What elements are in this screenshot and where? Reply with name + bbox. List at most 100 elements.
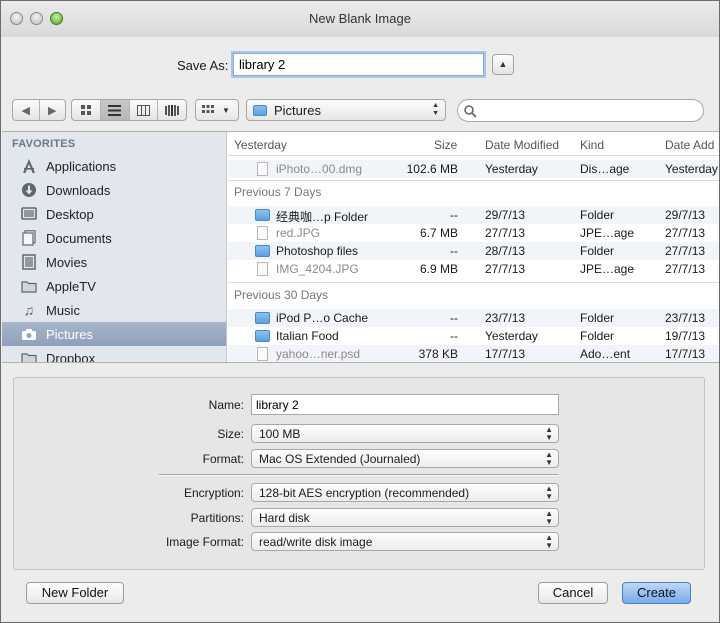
- icon-view-button[interactable]: [72, 100, 101, 120]
- file-date-modified: Yesterday: [485, 162, 538, 176]
- encryption-select[interactable]: 128-bit AES encryption (recommended) ▲ ▼: [251, 483, 559, 502]
- file-row[interactable]: iPhoto…00.dmg 102.6 MB Yesterday Dis…age…: [228, 160, 719, 178]
- sidebar-item-label: Pictures: [46, 326, 93, 342]
- file-row[interactable]: Photoshop files -- 28/7/13 Folder 27/7/1…: [228, 242, 719, 260]
- collapse-dialog-button[interactable]: ▲: [492, 54, 514, 75]
- file-row[interactable]: red.JPG 6.7 MB 27/7/13 JPE…age 27/7/13: [228, 224, 719, 242]
- format-value: Mac OS Extended (Journaled): [259, 452, 421, 466]
- sidebar-item-applications[interactable]: Applications: [2, 154, 226, 178]
- group-divider: [228, 180, 719, 181]
- file-size: 378 KB: [418, 347, 458, 361]
- sidebar-item-label: Documents: [46, 230, 112, 246]
- search-field[interactable]: [457, 99, 704, 122]
- format-select[interactable]: Mac OS Extended (Journaled) ▲ ▼: [251, 449, 559, 468]
- sidebar-item-label: Music: [46, 302, 80, 318]
- image-options-panel: Name: Size: 100 MB ▲▼ Format: Mac OS Ext…: [13, 377, 705, 570]
- file-browser: FAVORITES Applications Downloads Desktop: [2, 131, 719, 363]
- back-arrow-icon: ◀: [21, 104, 30, 117]
- sidebar-item-music[interactable]: ♫ Music: [2, 298, 226, 322]
- file-icon: [257, 347, 268, 361]
- location-popup[interactable]: Pictures ▲ ▼: [246, 99, 446, 121]
- file-date-added: 19/7/13: [665, 329, 706, 343]
- list-view-icon: [108, 104, 122, 116]
- file-icon: [257, 162, 268, 176]
- file-date-added: 29/7/13: [665, 208, 706, 222]
- file-date-modified: Yesterday: [485, 329, 538, 343]
- column-header-date-added[interactable]: Date Add: [665, 138, 714, 152]
- encryption-value: 128-bit AES encryption (recommended): [259, 486, 470, 500]
- sidebar-item-pictures[interactable]: Pictures: [2, 322, 226, 346]
- file-size: 102.6 MB: [406, 162, 458, 176]
- file-kind: Folder: [580, 311, 615, 325]
- file-kind: Folder: [580, 244, 615, 258]
- file-row[interactable]: IMG_4204.JPG 6.9 MB 27/7/13 JPE…age 27/7…: [228, 260, 719, 278]
- search-icon: [464, 105, 477, 118]
- forward-button[interactable]: ▶: [40, 100, 66, 120]
- create-button[interactable]: Create: [622, 582, 691, 604]
- arrange-grid-icon: [202, 105, 214, 113]
- sidebar-item-label: Downloads: [46, 182, 111, 198]
- file-row[interactable]: iPod P…o Cache -- 23/7/13 Folder 23/7/13: [228, 309, 719, 327]
- column-view-button[interactable]: [130, 100, 159, 120]
- file-size: --: [450, 208, 458, 222]
- file-row[interactable]: Italian Food -- Yesterday Folder 19/7/13: [228, 327, 719, 345]
- sidebar-item-documents[interactable]: Documents: [2, 226, 226, 250]
- file-date-modified: 23/7/13: [485, 311, 526, 325]
- partitions-select[interactable]: Hard disk ▲ ▼: [251, 508, 559, 527]
- name-field[interactable]: [251, 394, 559, 415]
- name-label: Name:: [208, 398, 244, 412]
- sidebar-item-appletv[interactable]: AppleTV: [2, 274, 226, 298]
- window-title: New Blank Image: [309, 11, 411, 26]
- size-select[interactable]: 100 MB ▲ ▼: [251, 424, 559, 443]
- sidebar-item-desktop[interactable]: Desktop: [2, 202, 226, 226]
- list-view-button[interactable]: [100, 100, 130, 120]
- size-label: Size:: [217, 427, 244, 441]
- title-bar: New Blank Image: [1, 1, 719, 37]
- image-format-label: Image Format:: [165, 535, 244, 549]
- column-header-kind[interactable]: Kind: [580, 138, 604, 152]
- back-button[interactable]: ◀: [13, 100, 40, 120]
- column-header-size[interactable]: Size: [434, 138, 457, 152]
- file-size: --: [450, 311, 458, 325]
- file-date-modified: 27/7/13: [485, 226, 526, 240]
- sidebar-item-dropbox[interactable]: Dropbox: [2, 346, 226, 363]
- new-folder-button[interactable]: New Folder: [26, 582, 124, 604]
- file-date-added: 23/7/13: [665, 311, 706, 325]
- sidebar-item-label: Dropbox: [46, 350, 96, 363]
- file-date-modified: 17/7/13: [485, 347, 526, 361]
- downloads-icon: [20, 182, 38, 198]
- file-row[interactable]: yahoo…ner.psd 378 KB 17/7/13 Ado…ent 17/…: [228, 345, 719, 362]
- cover-flow-view-button[interactable]: [158, 100, 186, 120]
- applications-icon: [20, 158, 38, 174]
- image-format-select[interactable]: read/write disk image ▲ ▼: [251, 532, 559, 551]
- group-divider: [228, 282, 719, 283]
- folder-icon: [253, 104, 267, 116]
- folder-icon: [20, 278, 38, 294]
- file-date-modified: 28/7/13: [485, 244, 526, 258]
- documents-icon: [20, 230, 38, 246]
- format-label: Format:: [202, 452, 244, 466]
- sidebar-item-movies[interactable]: Movies: [2, 250, 226, 274]
- folder-icon: [20, 350, 38, 362]
- file-kind: Folder: [580, 329, 615, 343]
- cancel-button[interactable]: Cancel: [538, 582, 608, 604]
- encryption-label: Encryption:: [183, 486, 244, 500]
- sidebar-item-downloads[interactable]: Downloads: [2, 178, 226, 202]
- column-header-date-modified[interactable]: Date Modified: [485, 138, 559, 152]
- column-header-name[interactable]: Yesterday: [234, 138, 287, 152]
- updown-arrows-icon: ▲ ▼: [545, 509, 553, 526]
- updown-arrows-icon: ▲ ▼: [545, 425, 553, 442]
- column-view-icon: [136, 104, 150, 116]
- new-blank-image-dialog: New Blank Image Save As: ▲ ◀ ▶ ▼ Picture…: [0, 0, 720, 623]
- sidebar-item-label: Movies: [46, 254, 88, 270]
- arrange-by-popup[interactable]: ▼: [195, 99, 239, 121]
- desktop-icon: [20, 206, 38, 222]
- file-kind: Dis…age: [580, 162, 630, 176]
- file-date-added: 27/7/13: [665, 226, 706, 240]
- file-kind: JPE…age: [580, 262, 635, 276]
- file-row[interactable]: 经典咖…p Folder -- 29/7/13 Folder 29/7/13: [228, 206, 719, 224]
- group-header-previous-7-days: Previous 7 Days: [234, 185, 322, 199]
- save-as-input[interactable]: [233, 53, 484, 76]
- updown-arrows-icon: ▲ ▼: [545, 533, 553, 550]
- partitions-value: Hard disk: [259, 511, 310, 525]
